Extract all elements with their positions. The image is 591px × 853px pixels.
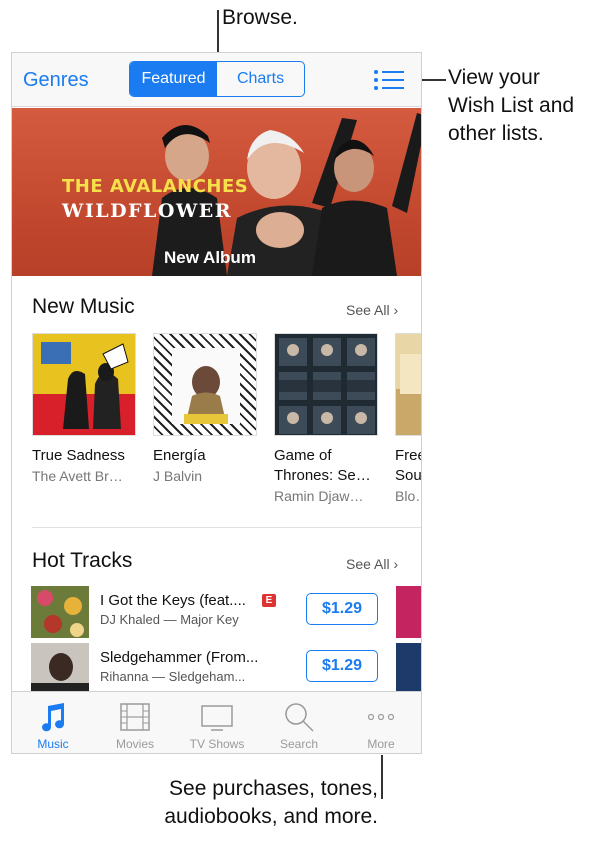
track-title: I Got the Keys (feat.... [100, 592, 246, 609]
album-art [395, 333, 421, 436]
buy-price-button[interactable]: $1.29 [306, 650, 378, 682]
more-callout-line [381, 755, 383, 799]
chevron-right-icon: › [389, 556, 399, 572]
music-note-icon [42, 703, 65, 732]
album-artist: The Avett Br… [32, 468, 123, 484]
album-art [274, 333, 378, 436]
buy-price-button[interactable]: $1.29 [306, 593, 378, 625]
new-music-see-all[interactable]: See All › [346, 302, 398, 318]
track-subtitle: Rihanna — Sledgeham... [100, 669, 246, 684]
list-icon[interactable] [374, 69, 404, 91]
album-artist: Ramin Djaw… [274, 488, 364, 504]
album-tile[interactable]: True Sadness The Avett Br… [32, 333, 138, 486]
featured-segment[interactable]: Featured [130, 62, 217, 96]
see-all-label: See All [346, 302, 390, 318]
album-name: Free Sou… [395, 447, 422, 484]
album-tile[interactable]: Free Sou… Blo… [395, 333, 422, 506]
track-row[interactable]: Sledgehammer (From... Rihanna — Sledgeha… [12, 643, 421, 695]
hero-caption: New Album [164, 248, 256, 267]
see-all-label: See All [346, 556, 390, 572]
album-tile[interactable]: Game of Thrones: Se… Ramin Djaw… [274, 333, 380, 506]
section-divider [32, 527, 421, 528]
album-name: Game of Thrones: Se… [274, 447, 371, 484]
tv-icon [201, 705, 233, 731]
album-art [32, 333, 136, 436]
track-title: Sledgehammer (From... [100, 649, 259, 666]
album-art [153, 333, 257, 436]
tab-label: TV Shows [189, 737, 245, 751]
album-name: Energía [153, 447, 206, 464]
wishlist-callout-text: View your Wish List and other lists. [448, 66, 575, 145]
tab-search[interactable]: Search [258, 692, 340, 753]
new-music-title: New Music [32, 295, 135, 318]
album-tile[interactable]: Energía J Balvin [153, 333, 259, 486]
hot-tracks-title: Hot Tracks [32, 549, 133, 572]
track-art [31, 586, 89, 638]
navigation-bar: Genres Featured Charts [12, 53, 421, 107]
more-icon [367, 713, 395, 721]
hot-tracks-see-all[interactable]: See All › [346, 556, 398, 572]
hero-title-album: WILDFLOWER [62, 200, 233, 222]
charts-segment[interactable]: Charts [217, 62, 304, 96]
browse-callout-text: Browse. [222, 6, 298, 29]
tab-movies[interactable]: Movies [94, 692, 176, 753]
hero-banner[interactable]: THE AVALANCHES WILDFLOWER New Album [12, 108, 421, 276]
phone-screen: Genres Featured Charts THE AVALANCHES WI… [11, 52, 422, 754]
album-name: True Sadness [32, 447, 125, 464]
search-icon [285, 703, 314, 732]
album-artist: J Balvin [153, 468, 203, 484]
tab-music[interactable]: Music [12, 692, 94, 753]
tab-bar: Music Movies TV Shows Search More [12, 691, 421, 753]
browse-segmented-control: Featured Charts [129, 61, 305, 97]
tab-label: Music [37, 737, 69, 751]
chevron-right-icon: › [389, 302, 399, 318]
track-row[interactable]: I Got the Keys (feat.... E DJ Khaled — M… [12, 586, 421, 638]
track-art [31, 643, 89, 695]
track-subtitle: DJ Khaled — Major Key [100, 612, 239, 627]
tab-label: More [367, 737, 395, 751]
film-icon [120, 703, 150, 731]
tab-tv-shows[interactable]: TV Shows [176, 692, 258, 753]
tab-label: Movies [115, 737, 154, 751]
album-artist: Blo… [395, 488, 421, 504]
tab-label: Search [279, 737, 319, 751]
more-callout-text: See purchases, tones, audiobooks, and mo… [164, 777, 378, 828]
genres-button[interactable]: Genres [23, 69, 89, 92]
explicit-badge: E [262, 594, 276, 607]
track-art-peek [396, 643, 421, 691]
tab-more[interactable]: More [340, 692, 421, 753]
hero-title-artist: THE AVALANCHES [62, 176, 249, 197]
track-art-peek [396, 586, 421, 638]
